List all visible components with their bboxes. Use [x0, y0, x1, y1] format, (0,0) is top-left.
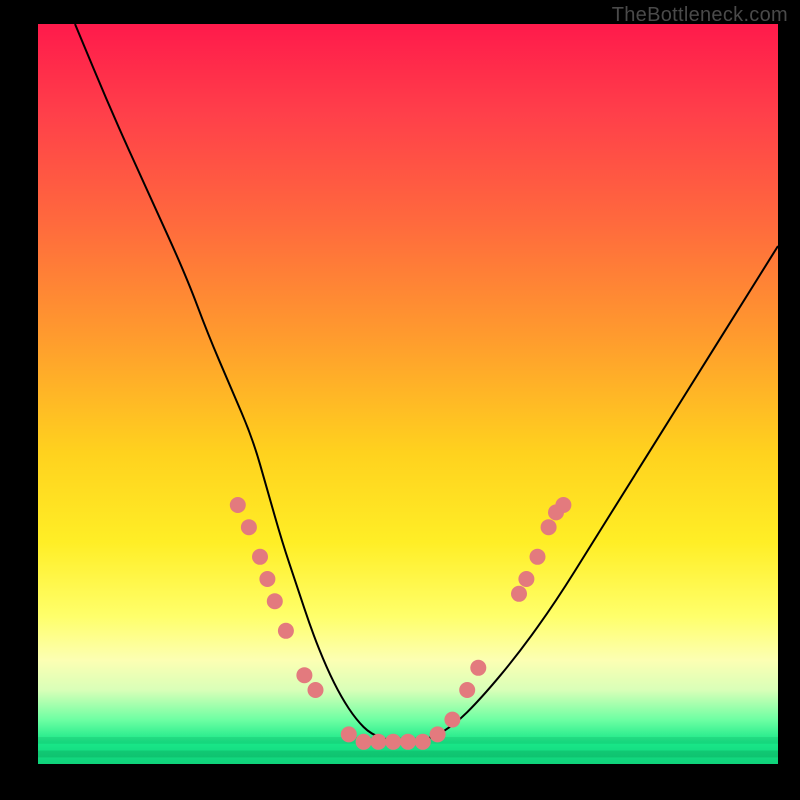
highlight-point: [385, 734, 401, 750]
highlight-point: [341, 726, 357, 742]
plot-area: [38, 24, 778, 764]
highlight-point: [267, 593, 283, 609]
highlight-point: [296, 667, 312, 683]
highlight-point: [252, 549, 268, 565]
chart-svg: [38, 24, 778, 764]
highlight-point: [241, 519, 257, 535]
highlight-point: [230, 497, 246, 513]
highlight-point: [308, 682, 324, 698]
highlight-point: [511, 586, 527, 602]
curve-layer: [75, 24, 778, 742]
highlight-point: [518, 571, 534, 587]
highlight-point: [541, 519, 557, 535]
chart-frame: TheBottleneck.com: [0, 0, 800, 800]
highlight-point: [356, 734, 372, 750]
highlight-point: [530, 549, 546, 565]
highlight-point: [459, 682, 475, 698]
highlight-point: [259, 571, 275, 587]
highlight-point: [400, 734, 416, 750]
highlight-point: [415, 734, 431, 750]
highlight-point: [278, 623, 294, 639]
bottleneck-curve: [75, 24, 778, 742]
highlight-point: [470, 660, 486, 676]
highlight-point: [430, 726, 446, 742]
highlight-point: [370, 734, 386, 750]
highlight-point: [555, 497, 571, 513]
highlight-point: [444, 712, 460, 728]
